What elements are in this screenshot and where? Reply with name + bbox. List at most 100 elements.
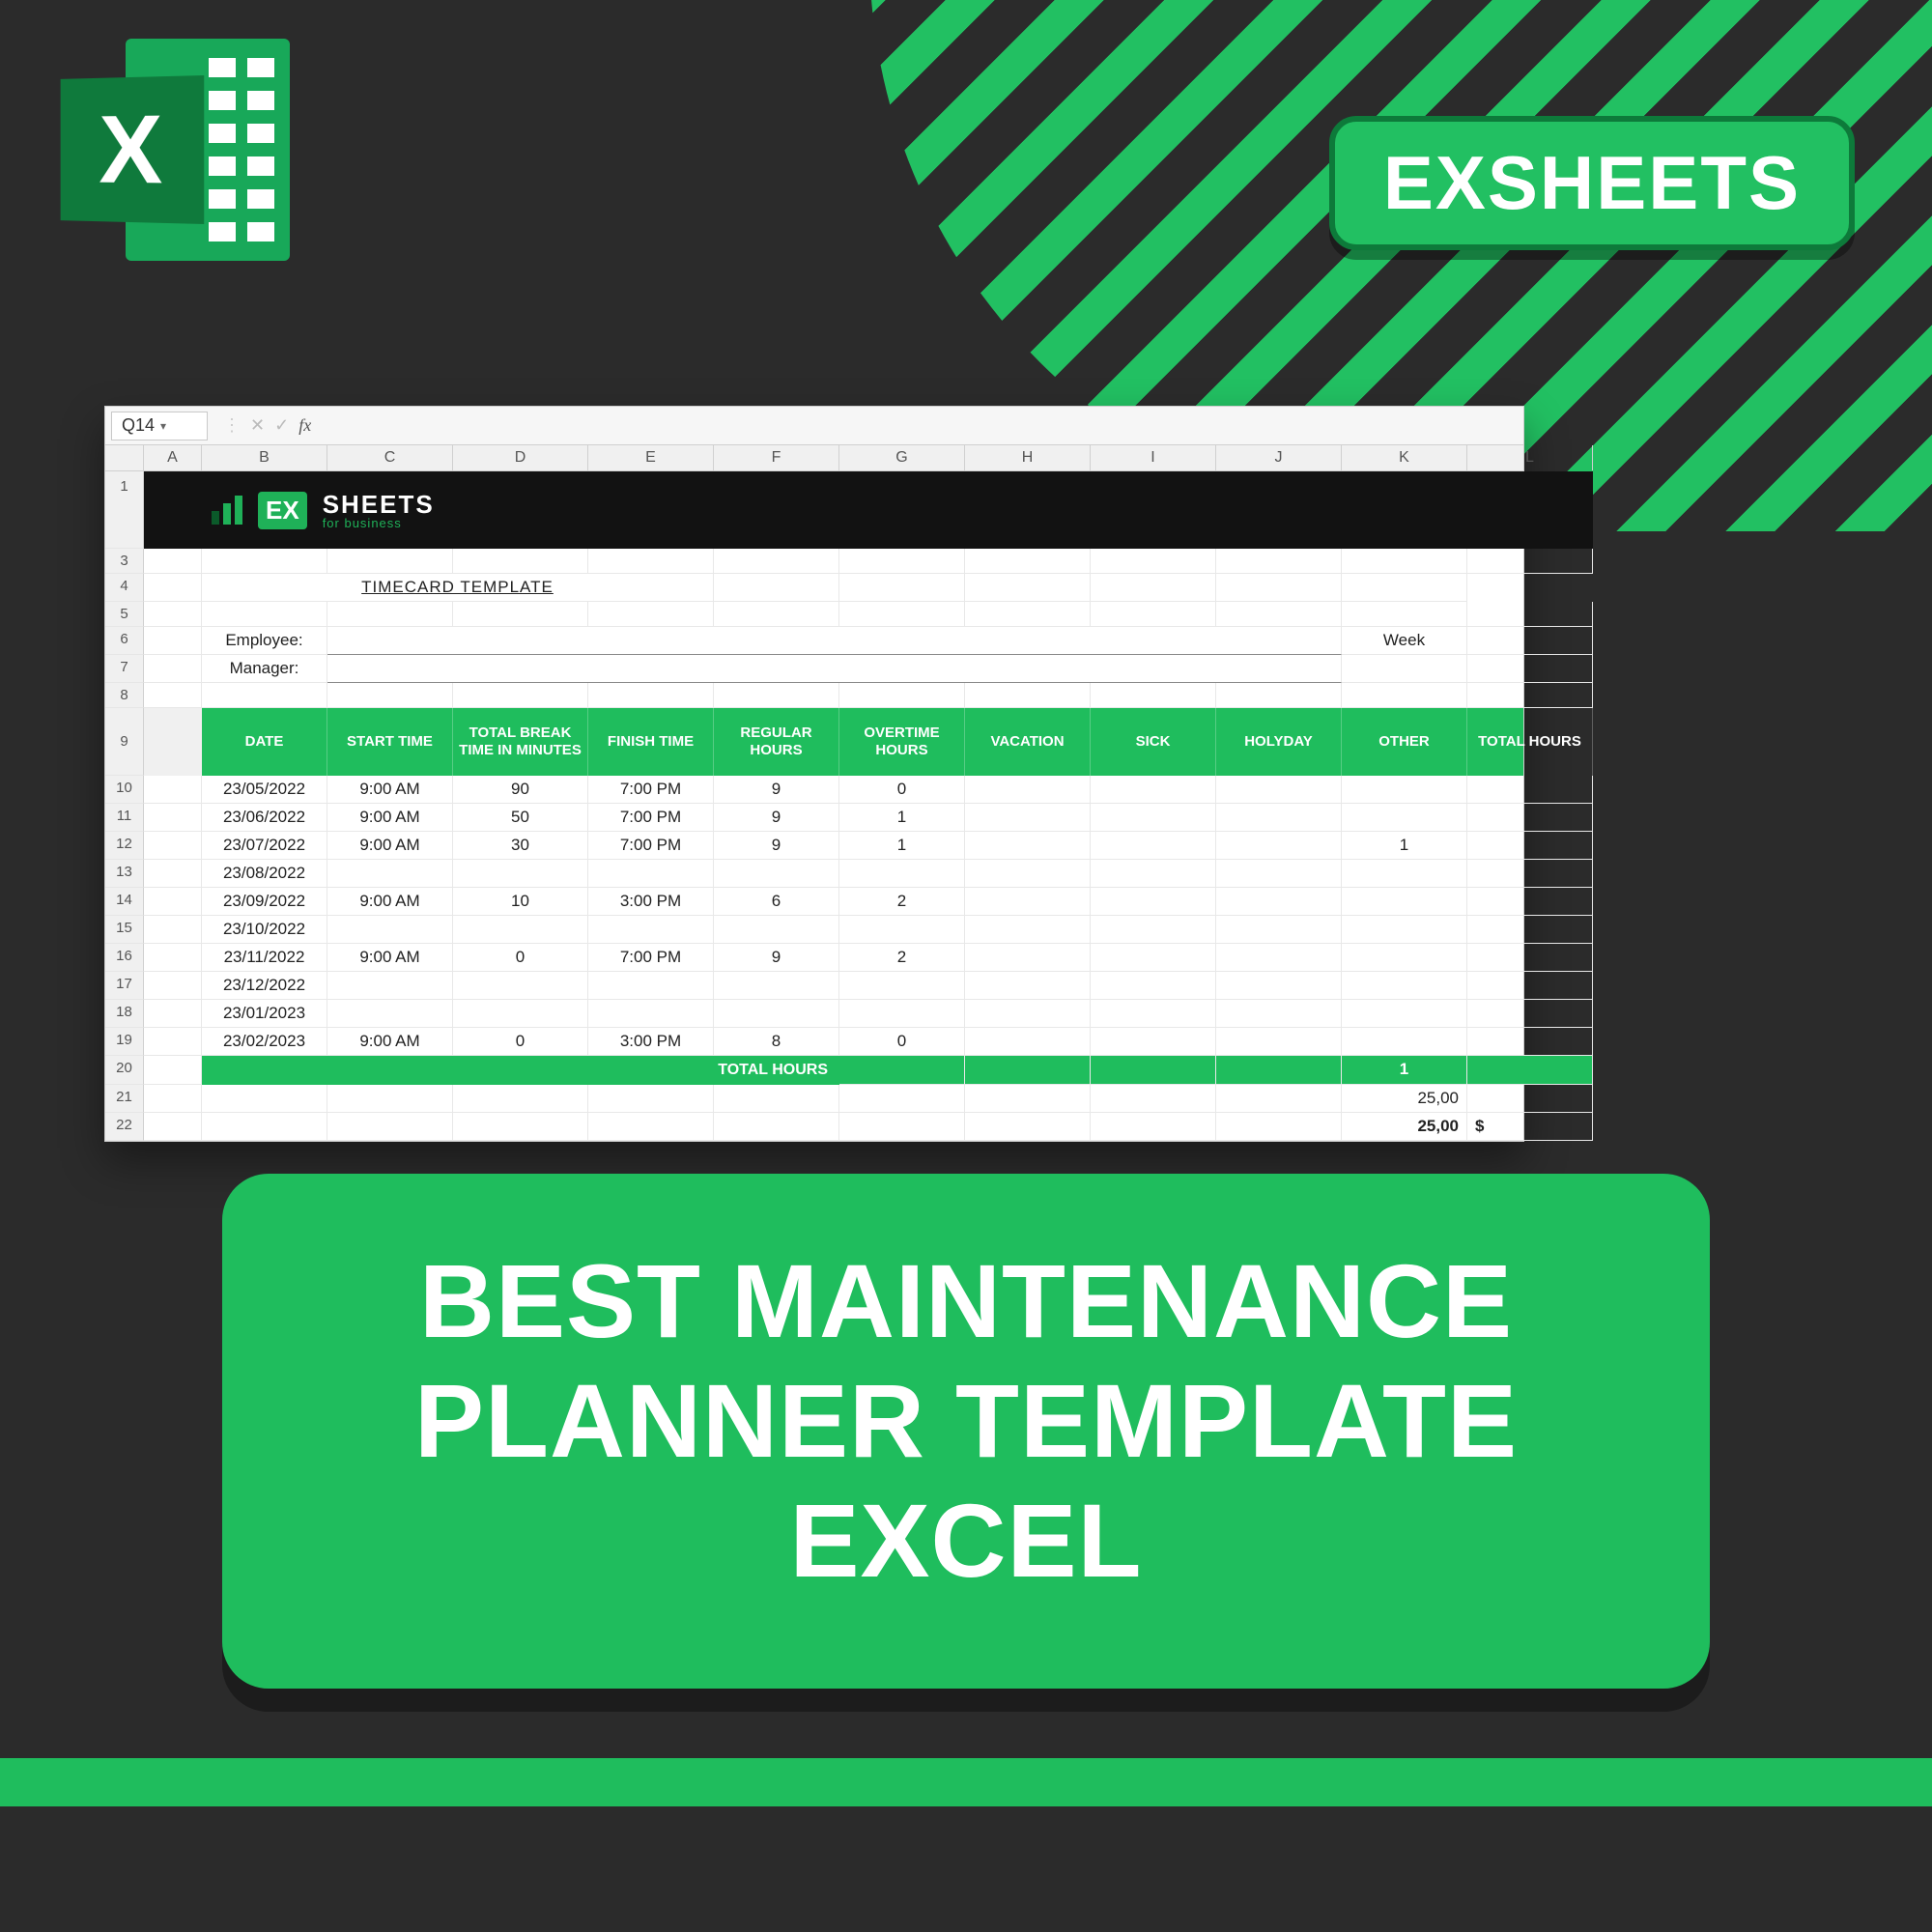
cell-total[interactable] <box>1467 944 1593 972</box>
cell[interactable] <box>327 683 453 708</box>
cell-holyday[interactable] <box>1216 860 1342 888</box>
cell[interactable] <box>453 1085 588 1113</box>
cell[interactable] <box>144 1113 202 1141</box>
cell[interactable] <box>327 1085 453 1113</box>
cell[interactable] <box>1216 1056 1342 1085</box>
cell-break[interactable] <box>453 1000 588 1028</box>
cell-regular[interactable]: 6 <box>714 888 839 916</box>
currency-cell[interactable]: $ <box>1467 1113 1593 1141</box>
cell[interactable] <box>714 602 839 627</box>
row-number[interactable]: 3 <box>105 549 144 574</box>
cell[interactable] <box>144 627 202 655</box>
cell[interactable] <box>1342 655 1467 683</box>
cell-holyday[interactable] <box>1216 972 1342 1000</box>
cell[interactable] <box>1091 574 1216 602</box>
cell-sick[interactable] <box>1091 804 1216 832</box>
cell[interactable] <box>144 1000 202 1028</box>
cell[interactable] <box>588 1113 714 1141</box>
cell-start[interactable]: 9:00 AM <box>327 888 453 916</box>
cell-regular[interactable] <box>714 860 839 888</box>
col-header[interactable]: A <box>144 445 202 470</box>
cell-break[interactable] <box>453 916 588 944</box>
row-number[interactable]: 13 <box>105 860 144 888</box>
cell[interactable] <box>1091 683 1216 708</box>
row-number[interactable]: 11 <box>105 804 144 832</box>
cell[interactable] <box>714 683 839 708</box>
cell-date[interactable]: 23/12/2022 <box>202 972 327 1000</box>
cell-holyday[interactable] <box>1216 1028 1342 1056</box>
col-header[interactable]: J <box>1216 445 1342 470</box>
cell[interactable] <box>1216 549 1342 574</box>
cell[interactable] <box>714 1113 839 1141</box>
cell-vacation[interactable] <box>965 860 1091 888</box>
col-header[interactable]: F <box>714 445 839 470</box>
cell-vacation[interactable] <box>965 804 1091 832</box>
cell-finish[interactable]: 7:00 PM <box>588 776 714 804</box>
cell-sick[interactable] <box>1091 776 1216 804</box>
cell-regular[interactable] <box>714 916 839 944</box>
cell[interactable] <box>144 1056 202 1085</box>
row-number[interactable]: 7 <box>105 655 144 683</box>
cell[interactable] <box>144 972 202 1000</box>
cell[interactable] <box>144 776 202 804</box>
cell-sick[interactable] <box>1091 916 1216 944</box>
cell[interactable] <box>144 1028 202 1056</box>
cell-date[interactable]: 23/02/2023 <box>202 1028 327 1056</box>
cell[interactable] <box>144 655 202 683</box>
cell-holyday[interactable] <box>1216 916 1342 944</box>
row-number[interactable]: 15 <box>105 916 144 944</box>
cell-start[interactable]: 9:00 AM <box>327 1028 453 1056</box>
cell-total[interactable] <box>1467 1000 1593 1028</box>
cell[interactable] <box>453 549 588 574</box>
cell-vacation[interactable] <box>965 1000 1091 1028</box>
cell[interactable] <box>839 1056 965 1085</box>
cell-finish[interactable] <box>588 1000 714 1028</box>
cell[interactable] <box>144 804 202 832</box>
row-number[interactable]: 5 <box>105 602 144 627</box>
cell-start[interactable] <box>327 860 453 888</box>
cell[interactable] <box>144 708 202 776</box>
row-number[interactable]: 14 <box>105 888 144 916</box>
cell-other[interactable] <box>1342 888 1467 916</box>
cell-overtime[interactable] <box>839 1000 965 1028</box>
cell[interactable] <box>202 683 327 708</box>
cell-holyday[interactable] <box>1216 804 1342 832</box>
cell-sick[interactable] <box>1091 972 1216 1000</box>
cell-break[interactable]: 30 <box>453 832 588 860</box>
col-header[interactable]: C <box>327 445 453 470</box>
cell-vacation[interactable] <box>965 776 1091 804</box>
employee-field[interactable] <box>327 627 1342 655</box>
cell[interactable] <box>839 602 965 627</box>
row-number[interactable]: 17 <box>105 972 144 1000</box>
cell[interactable] <box>965 1056 1091 1085</box>
cell[interactable] <box>714 574 839 602</box>
cell-break[interactable]: 0 <box>453 1028 588 1056</box>
col-header[interactable]: B <box>202 445 327 470</box>
cell[interactable] <box>839 1113 965 1141</box>
row-number[interactable]: 4 <box>105 574 144 602</box>
cell-regular[interactable]: 9 <box>714 804 839 832</box>
row-number[interactable]: 16 <box>105 944 144 972</box>
cell[interactable] <box>1216 1113 1342 1141</box>
cell-overtime[interactable] <box>839 916 965 944</box>
cell[interactable] <box>1091 1085 1216 1113</box>
row-number[interactable]: 19 <box>105 1028 144 1056</box>
manager-field[interactable] <box>327 655 1342 683</box>
col-header[interactable]: D <box>453 445 588 470</box>
cell[interactable] <box>1467 602 1593 627</box>
cell-start[interactable]: 9:00 AM <box>327 804 453 832</box>
cell[interactable] <box>1216 574 1342 602</box>
cell-holyday[interactable] <box>1216 832 1342 860</box>
cell-other[interactable] <box>1342 972 1467 1000</box>
select-all-cell[interactable] <box>105 445 144 470</box>
cell[interactable] <box>327 1113 453 1141</box>
cell-date[interactable]: 23/07/2022 <box>202 832 327 860</box>
cell[interactable] <box>144 888 202 916</box>
cell-date[interactable]: 23/08/2022 <box>202 860 327 888</box>
cell-finish[interactable]: 7:00 PM <box>588 832 714 860</box>
cell-overtime[interactable] <box>839 972 965 1000</box>
cell-start[interactable]: 9:00 AM <box>327 832 453 860</box>
cell[interactable] <box>1467 1085 1593 1113</box>
cell[interactable] <box>588 683 714 708</box>
cell[interactable] <box>965 1113 1091 1141</box>
